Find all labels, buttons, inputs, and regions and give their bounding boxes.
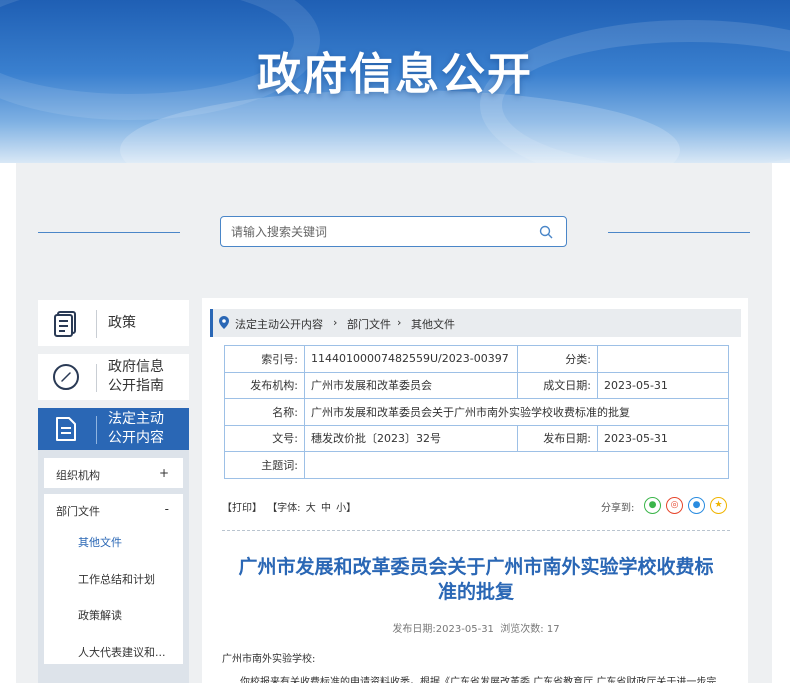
sidebar-item-guide[interactable]: 政府信息 公开指南 xyxy=(38,354,189,400)
font-large-button[interactable]: 大 xyxy=(306,503,316,514)
divider xyxy=(96,416,97,444)
article-greeting: 广州市南外实验学校: xyxy=(222,654,316,665)
article-title-line: 准的批复 xyxy=(437,581,514,603)
meta-label: 文号: xyxy=(224,424,305,452)
sidebar-group-organization[interactable]: 组织机构 + xyxy=(44,458,183,488)
group-label[interactable]: 部门文件 xyxy=(56,503,100,519)
sidebar-item-policy[interactable]: 政策 xyxy=(38,300,189,346)
divider xyxy=(222,530,730,531)
wechat-icon[interactable]: ● xyxy=(644,497,661,514)
sidebar-item-label: 公开内容 xyxy=(108,430,164,446)
divider xyxy=(96,310,97,338)
meta-label: 索引号: xyxy=(224,345,305,373)
article-title: 广州市发展和改革委员会关于广州市南外实验学校收费标 准的批复 xyxy=(222,555,730,605)
meta-label: 成文日期: xyxy=(517,371,598,399)
article-tools: 【打印】 【字体: 大 中 小】 xyxy=(222,499,358,514)
file-icon xyxy=(56,417,76,441)
sidebar-item-mandatory-disclosure[interactable]: 法定主动 公开内容 xyxy=(38,408,189,450)
document-meta-table: 索引号: 11440100007482559U/2023-00397 分类: 发… xyxy=(224,345,729,479)
view-count-label: 浏览次数: xyxy=(500,624,544,635)
meta-value: 广州市发展和改革委员会关于广州市南外实验学校收费标准的批复 xyxy=(304,398,729,426)
meta-label: 发布日期: xyxy=(517,424,598,452)
meta-value xyxy=(304,451,729,479)
chevron-right-icon: › xyxy=(333,316,338,329)
meta-value: 2023-05-31 xyxy=(597,371,729,399)
weibo-icon[interactable]: ◎ xyxy=(666,497,683,514)
collapse-icon[interactable]: - xyxy=(165,502,169,516)
search-input[interactable] xyxy=(231,217,521,246)
print-button[interactable]: 【打印】 xyxy=(222,503,262,514)
meta-value: 广州市发展和改革委员会 xyxy=(304,371,518,399)
meta-value: 11440100007482559U/2023-00397 xyxy=(304,345,518,373)
article-body: 你校报来有关收费标准的申请资料收悉。根据《广东省发展改革委 广东省教育厅 广东省… xyxy=(240,677,717,683)
sidebar-link-other-files[interactable]: 其他文件 xyxy=(78,534,122,550)
sidebar-link-npc-suggestions[interactable]: 人大代表建议和... xyxy=(78,644,166,660)
qq-icon[interactable]: ● xyxy=(688,497,705,514)
publish-date: 2023-05-31 xyxy=(435,624,494,635)
breadcrumb-item[interactable]: 部门文件 xyxy=(347,316,391,332)
meta-label: 分类: xyxy=(517,345,598,373)
chevron-right-icon: › xyxy=(397,316,402,329)
publish-date-label: 发布日期: xyxy=(392,624,436,635)
sidebar-link-work-summary[interactable]: 工作总结和计划 xyxy=(78,571,155,587)
sidebar-item-label: 法定主动 xyxy=(108,411,164,427)
meta-value: 穗发改价批〔2023〕32号 xyxy=(304,424,518,452)
compass-icon xyxy=(53,364,79,390)
search-icon[interactable] xyxy=(539,225,553,239)
breadcrumb-item[interactable]: 其他文件 xyxy=(411,316,455,332)
search-divider-right xyxy=(608,232,750,233)
font-size-label: 【字体: xyxy=(267,503,301,514)
meta-label: 名称: xyxy=(224,398,305,426)
qzone-icon[interactable]: ★ xyxy=(710,497,727,514)
search-divider-left xyxy=(38,232,180,233)
view-count: 17 xyxy=(546,624,560,635)
divider xyxy=(96,364,97,392)
expand-icon: + xyxy=(158,466,169,480)
search-box xyxy=(220,216,567,247)
article-title-line: 广州市发展和改革委员会关于广州市南外实验学校收费标 xyxy=(238,556,714,578)
breadcrumb-item[interactable]: 法定主动公开内容 xyxy=(235,316,323,332)
share-label: 分享到: xyxy=(601,503,635,514)
location-pin-icon xyxy=(219,316,229,329)
document-stack-icon xyxy=(54,311,76,337)
sidebar-link-policy-interpretation[interactable]: 政策解读 xyxy=(78,607,122,623)
group-label: 组织机构 xyxy=(56,469,100,482)
meta-value: 2023-05-31 xyxy=(597,424,729,452)
breadcrumb: 法定主动公开内容 › 部门文件 › 其他文件 xyxy=(210,309,741,337)
font-small-button[interactable]: 小】 xyxy=(336,503,356,514)
sidebar-item-label: 政府信息 xyxy=(108,359,164,375)
sidebar-item-label: 政策 xyxy=(108,315,136,331)
meta-label: 主题词: xyxy=(224,451,305,479)
page-title: 政府信息公开 xyxy=(257,49,533,100)
article-meta: 发布日期:2023-05-31 浏览次数: 17 xyxy=(222,620,730,635)
sidebar-item-label: 公开指南 xyxy=(108,378,164,394)
font-medium-button[interactable]: 中 xyxy=(321,503,331,514)
header-banner: 政府信息公开 xyxy=(0,0,790,163)
meta-value xyxy=(597,345,729,373)
meta-label: 发布机构: xyxy=(224,371,305,399)
